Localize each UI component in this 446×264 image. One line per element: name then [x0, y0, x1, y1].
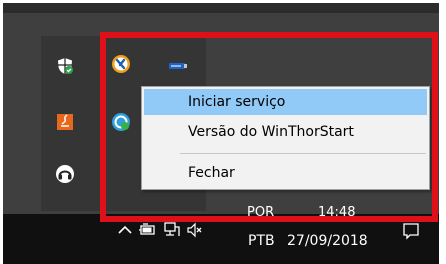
volume-muted-icon[interactable]	[185, 220, 205, 240]
java-icon[interactable]	[55, 112, 75, 132]
language-code-line1[interactable]: POR	[247, 205, 274, 220]
taskbar: POR PTB 14:48 27/09/2018	[3, 205, 439, 264]
context-menu: Iniciar serviço Versão do WinThorStart F…	[141, 86, 430, 190]
menu-item-label: Fechar	[188, 165, 235, 181]
action-center-icon[interactable]	[401, 221, 421, 241]
desktop-top-strip	[3, 3, 439, 13]
menu-item-label: Iniciar serviço	[188, 94, 286, 110]
winthor-app-icon[interactable]	[111, 54, 131, 74]
windows-defender-shield-icon[interactable]	[55, 56, 75, 76]
menu-item-label: Versão do WinThorStart	[188, 124, 354, 140]
headset-app-icon[interactable]	[55, 164, 75, 184]
menu-separator	[180, 153, 426, 154]
screenshot-frame: POR PTB 14:48 27/09/2018 Iniciar serviço…	[0, 0, 446, 264]
refresh-sync-icon[interactable]	[111, 112, 131, 132]
chevron-up-icon[interactable]	[115, 220, 135, 240]
menu-item-iniciar-servico[interactable]: Iniciar serviço	[144, 89, 427, 115]
usb-drive-icon[interactable]	[168, 56, 188, 76]
clock-time[interactable]: 14:48	[318, 205, 355, 220]
menu-item-versao-winthorstart[interactable]: Versão do WinThorStart	[144, 119, 427, 145]
battery-icon[interactable]	[138, 220, 158, 240]
network-icon[interactable]	[162, 220, 182, 240]
clock-date[interactable]: 27/09/2018	[287, 233, 368, 249]
language-code-line2[interactable]: PTB	[248, 233, 275, 249]
menu-item-fechar[interactable]: Fechar	[144, 160, 427, 186]
